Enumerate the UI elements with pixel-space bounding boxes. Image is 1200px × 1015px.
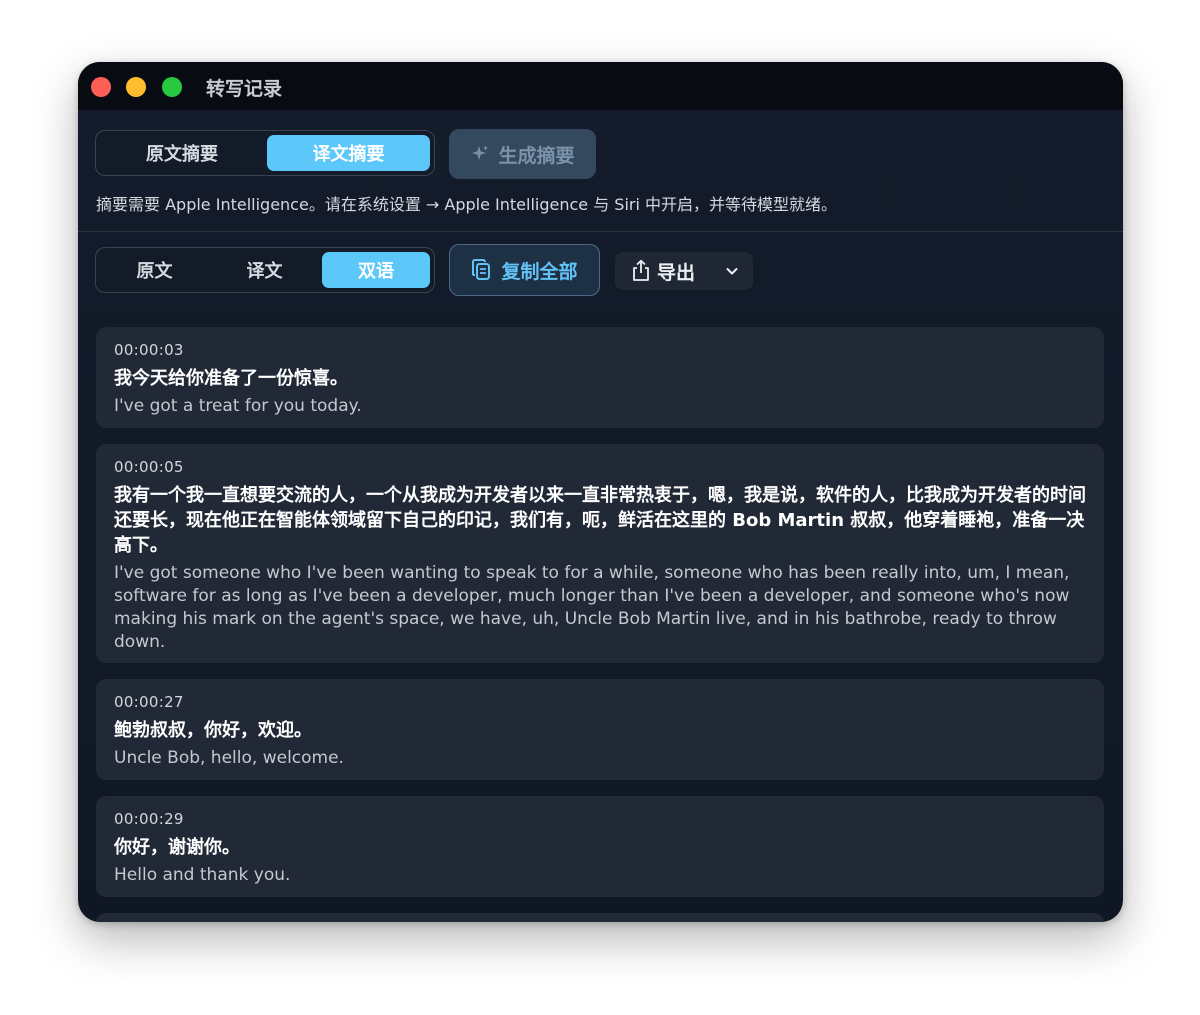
window-title: 转写记录 (206, 78, 283, 100)
entry-translation: 你好，谢谢你。 (114, 837, 240, 858)
transcript-entry: 00:00:29 你好，谢谢你。 Hello and thank you. (96, 796, 1104, 897)
entry-original: Uncle Bob, hello, welcome. (114, 748, 344, 768)
generate-summary-button[interactable]: 生成摘要 (449, 129, 596, 179)
export-menu-button[interactable]: 导出 (615, 252, 753, 290)
divider (78, 231, 1123, 232)
tab-original[interactable]: 原文 (102, 252, 207, 288)
entry-original: I've got someone who I've been wanting t… (114, 563, 1070, 652)
apple-intelligence-hint: 摘要需要 Apple Intelligence。请在系统设置 → Apple I… (96, 195, 838, 214)
zoom-window-button[interactable] (162, 77, 182, 97)
copy-icon (472, 259, 491, 280)
tab-translated-summary[interactable]: 译文摘要 (267, 135, 430, 171)
view-mode-segmented-control: 原文 译文 双语 (95, 247, 435, 293)
transcript-entry: 00:00:05 我有一个我一直想要交流的人，一个从我成为开发者以来一直非常热衷… (96, 444, 1104, 663)
export-label: 导出 (657, 261, 696, 284)
entry-translation: 我有一个我一直想要交流的人，一个从我成为开发者以来一直非常热衷于，嗯，我是说，软… (114, 485, 1086, 556)
title-bar: 转写记录 (78, 62, 1123, 110)
summary-segmented-control: 原文摘要 译文摘要 (95, 130, 435, 176)
entry-timestamp: 00:00:03 (114, 341, 184, 359)
transcript-entry: 00:00:03 我今天给你准备了一份惊喜。 I've got a treat … (96, 327, 1104, 428)
close-window-button[interactable] (91, 77, 111, 97)
transcript-window: 转写记录 原文摘要 译文摘要 生成摘要 摘要需要 Apple Intellige… (78, 62, 1123, 922)
transcript-entry-partial (96, 913, 1104, 922)
minimize-window-button[interactable] (126, 77, 146, 97)
copy-all-button[interactable]: 复制全部 (449, 244, 600, 296)
chevron-down-icon (726, 268, 738, 275)
share-icon (633, 259, 649, 281)
tab-translation[interactable]: 译文 (212, 252, 317, 288)
copy-all-label: 复制全部 (501, 260, 578, 283)
entry-timestamp: 00:00:27 (114, 693, 184, 711)
entry-timestamp: 00:00:05 (114, 458, 184, 476)
tab-original-summary[interactable]: 原文摘要 (102, 135, 262, 171)
tab-bilingual[interactable]: 双语 (322, 252, 430, 288)
generate-summary-label: 生成摘要 (498, 144, 575, 167)
entry-original: I've got a treat for you today. (114, 396, 362, 416)
entry-timestamp: 00:00:29 (114, 810, 184, 828)
entry-translation: 我今天给你准备了一份惊喜。 (114, 368, 348, 389)
entry-translation: 鲍勃叔叔，你好，欢迎。 (114, 720, 312, 741)
entry-original: Hello and thank you. (114, 865, 291, 885)
transcript-entry: 00:00:27 鲍勃叔叔，你好，欢迎。 Uncle Bob, hello, w… (96, 679, 1104, 780)
sparkle-icon (472, 145, 489, 160)
